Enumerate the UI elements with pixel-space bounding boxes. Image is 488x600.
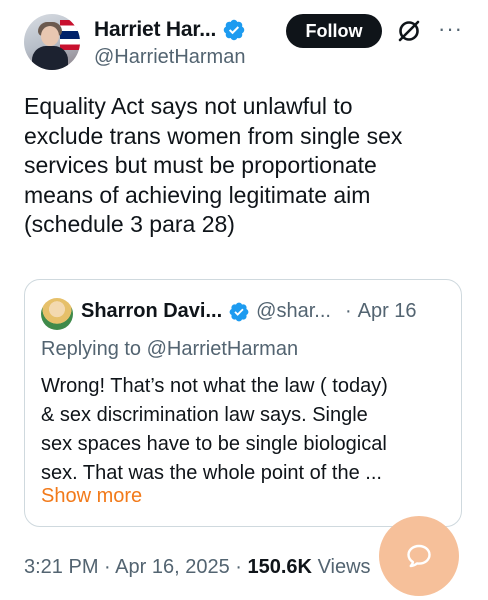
flag-background xyxy=(60,20,80,50)
tweet-meta: 3:21 PM · Apr 16, 2025 · 150.6K Views xyxy=(24,556,371,579)
author-name-row[interactable]: Harriet Har... xyxy=(94,18,246,42)
tweet-time[interactable]: 3:21 PM xyxy=(24,556,98,578)
author-display-name[interactable]: Harriet Har... xyxy=(94,18,216,42)
show-more-link[interactable]: Show more xyxy=(41,485,142,508)
verified-badge-icon xyxy=(223,19,245,41)
tweet-date[interactable]: Apr 16, 2025 xyxy=(115,556,230,578)
meta-separator: · xyxy=(235,556,242,578)
avatar-head xyxy=(41,26,59,46)
more-icon[interactable]: ··· xyxy=(438,16,463,42)
quoted-replying-to: Replying to @HarrietHarman xyxy=(41,338,299,360)
grok-icon[interactable] xyxy=(396,18,422,44)
views-label: Views xyxy=(317,556,371,578)
verified-badge-icon xyxy=(229,302,249,321)
quoted-author-avatar[interactable] xyxy=(41,298,73,330)
author-handle[interactable]: @HarrietHarman xyxy=(94,46,245,69)
author-avatar[interactable] xyxy=(24,14,80,70)
quoted-handle[interactable]: @shar... xyxy=(256,300,331,323)
quoted-separator: · xyxy=(344,300,352,322)
quoted-author-row: Sharron Davi... @shar... · Apr 16 xyxy=(81,300,417,323)
quoted-tweet[interactable]: Sharron Davi... @shar... · Apr 16 Replyi… xyxy=(24,279,462,527)
reply-bubble-icon xyxy=(407,544,431,568)
reply-fab[interactable] xyxy=(379,516,459,596)
quoted-display-name[interactable]: Sharron Davi... xyxy=(81,300,222,323)
meta-separator: · xyxy=(104,556,111,578)
views-count: 150.6K xyxy=(247,556,313,578)
tweet-text: Equality Act says not unlawful to exclud… xyxy=(24,93,403,237)
follow-button[interactable]: Follow xyxy=(286,14,382,48)
tweet-header: Harriet Har... @HarrietHarman Follow ··· xyxy=(24,14,474,74)
quoted-date[interactable]: Apr 16 xyxy=(358,300,417,323)
avatar-body xyxy=(32,46,68,70)
quoted-text: Wrong! That’s not what the law ( today) … xyxy=(41,375,388,484)
